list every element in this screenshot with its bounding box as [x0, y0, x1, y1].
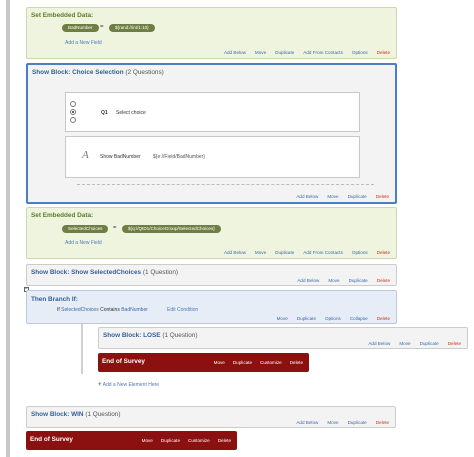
add-new-element-link[interactable]: + Add a New Element Here — [98, 382, 159, 388]
delete-action[interactable]: Delete — [376, 194, 389, 199]
question-text: Select choice — [116, 110, 146, 116]
element-actions: Add Below Move Duplicate Add From Contac… — [224, 250, 390, 255]
duplicate-action[interactable]: Duplicate — [420, 341, 439, 346]
equals-sign: = — [100, 24, 104, 30]
add-below-action[interactable]: Add Below — [368, 341, 390, 346]
element-actions: Move Duplicate Options Collapse Delete — [277, 316, 390, 321]
delete-action[interactable]: Delete — [377, 50, 390, 55]
delete-action[interactable]: Delete — [377, 278, 390, 283]
question-q1[interactable]: Q1 Select choice — [65, 92, 360, 132]
element-title: End of Survey — [102, 358, 145, 365]
duplicate-action[interactable]: Duplicate — [275, 50, 294, 55]
duplicate-action[interactable]: Duplicate — [297, 316, 316, 321]
delete-action[interactable]: Delete — [218, 438, 231, 443]
delete-action[interactable]: Delete — [448, 341, 461, 346]
move-action[interactable]: Move — [255, 250, 266, 255]
duplicate-action[interactable]: Duplicate — [348, 420, 367, 425]
element-title: Show Block: LOSE (1 Question) — [103, 332, 198, 339]
element-actions: Add Below Move Duplicate Delete — [296, 420, 389, 425]
branch-nesting-line — [81, 324, 83, 374]
element-title: Show Block: WIN (1 Question) — [31, 411, 121, 418]
move-action[interactable]: Move — [214, 360, 225, 365]
element-title: Then Branch If: — [31, 296, 78, 303]
add-below-action[interactable]: Add Below — [224, 250, 246, 255]
move-action[interactable]: Move — [327, 420, 338, 425]
end-of-survey-element[interactable]: End of Survey Move Duplicate Customize D… — [98, 353, 309, 372]
question-q2[interactable]: A Show BadNumber ${e://Field/BadNumber} — [65, 136, 360, 178]
delete-action[interactable]: Delete — [377, 250, 390, 255]
element-actions: Move Duplicate Customize Delete — [142, 438, 231, 443]
duplicate-action[interactable]: Duplicate — [349, 278, 368, 283]
piped-text: ${e://Field/BadNumber} — [153, 154, 205, 160]
flow-rail — [6, 0, 10, 457]
move-action[interactable]: Move — [327, 194, 338, 199]
embedded-data-element-badnumber[interactable]: Set Embedded Data: BadNumber = ${rand://… — [26, 7, 397, 59]
radio-option-1 — [70, 101, 76, 107]
add-from-contacts-action[interactable]: Add From Contacts — [303, 50, 343, 55]
element-actions: Add Below Move Duplicate Delete — [368, 341, 461, 346]
element-title: Set Embedded Data: — [31, 212, 94, 219]
element-actions: Move Duplicate Customize Delete — [214, 360, 303, 365]
text-entry-icon: A — [82, 149, 89, 161]
embedded-field-name[interactable]: BadNumber — [62, 24, 99, 32]
delete-action[interactable]: Delete — [376, 420, 389, 425]
end-of-survey-element[interactable]: End of Survey Move Duplicate Customize D… — [26, 431, 237, 450]
element-title: Show Block: Show SelectedChoices (1 Ques… — [31, 269, 179, 276]
move-action[interactable]: Move — [277, 316, 288, 321]
add-new-field-link[interactable]: Add a New Field — [65, 240, 102, 246]
element-actions: Add Below Move Duplicate Delete — [297, 278, 390, 283]
element-actions: Add Below Move Duplicate Add From Contac… — [224, 50, 390, 55]
embedded-field-value[interactable]: ${q://QID1/ChoiceGroup/SelectedChoices} — [122, 225, 221, 233]
block-win[interactable]: Show Block: WIN (1 Question) Add Below M… — [26, 406, 396, 428]
move-action[interactable]: Move — [399, 341, 410, 346]
move-action[interactable]: Move — [255, 50, 266, 55]
element-title: End of Survey — [30, 436, 73, 443]
duplicate-action[interactable]: Duplicate — [348, 194, 367, 199]
add-below-action[interactable]: Add Below — [224, 50, 246, 55]
element-title: Show Block: Choice Selection (2 Question… — [32, 69, 164, 76]
block-divider — [77, 184, 374, 185]
equals-sign: = — [113, 225, 117, 231]
plus-icon: + — [98, 382, 102, 388]
block-choice-selection[interactable]: Show Block: Choice Selection (2 Question… — [26, 63, 397, 204]
add-below-action[interactable]: Add Below — [297, 278, 319, 283]
duplicate-action[interactable]: Duplicate — [161, 438, 180, 443]
add-new-field-link[interactable]: Add a New Field — [65, 40, 102, 46]
embedded-data-element-selectedchoices[interactable]: Set Embedded Data: SelectedChoices = ${q… — [26, 207, 397, 259]
element-title: Set Embedded Data: — [31, 12, 94, 19]
collapse-action[interactable]: Collapse — [350, 316, 368, 321]
duplicate-action[interactable]: Duplicate — [233, 360, 252, 365]
block-show-selectedchoices[interactable]: Show Block: Show SelectedChoices (1 Ques… — [26, 264, 397, 286]
duplicate-action[interactable]: Duplicate — [275, 250, 294, 255]
embedded-field-value[interactable]: ${rand://int/1:10} — [109, 24, 155, 32]
options-action[interactable]: Options — [352, 50, 368, 55]
question-text: Show BadNumber — [100, 154, 141, 160]
add-below-action[interactable]: Add Below — [296, 420, 318, 425]
question-id: Q1 — [101, 110, 108, 116]
element-actions: Add Below Move Duplicate Delete — [296, 194, 389, 199]
branch-condition: If SelectedChoices Contains BadNumber — [57, 307, 148, 313]
radio-option-3 — [70, 117, 76, 123]
add-below-action[interactable]: Add Below — [296, 194, 318, 199]
add-from-contacts-action[interactable]: Add From Contacts — [303, 250, 343, 255]
delete-action[interactable]: Delete — [290, 360, 303, 365]
move-action[interactable]: Move — [142, 438, 153, 443]
block-lose[interactable]: Show Block: LOSE (1 Question) Add Below … — [98, 327, 468, 349]
customize-action[interactable]: Customize — [188, 438, 210, 443]
customize-action[interactable]: Customize — [260, 360, 282, 365]
move-action[interactable]: Move — [328, 278, 339, 283]
options-action[interactable]: Options — [325, 316, 341, 321]
radio-option-2 — [70, 109, 76, 115]
branch-element[interactable]: Then Branch If: If SelectedChoices Conta… — [26, 290, 397, 324]
embedded-field-name[interactable]: SelectedChoices — [62, 225, 109, 233]
edit-condition-link[interactable]: Edit Condition — [167, 307, 198, 313]
options-action[interactable]: Options — [352, 250, 368, 255]
delete-action[interactable]: Delete — [377, 316, 390, 321]
